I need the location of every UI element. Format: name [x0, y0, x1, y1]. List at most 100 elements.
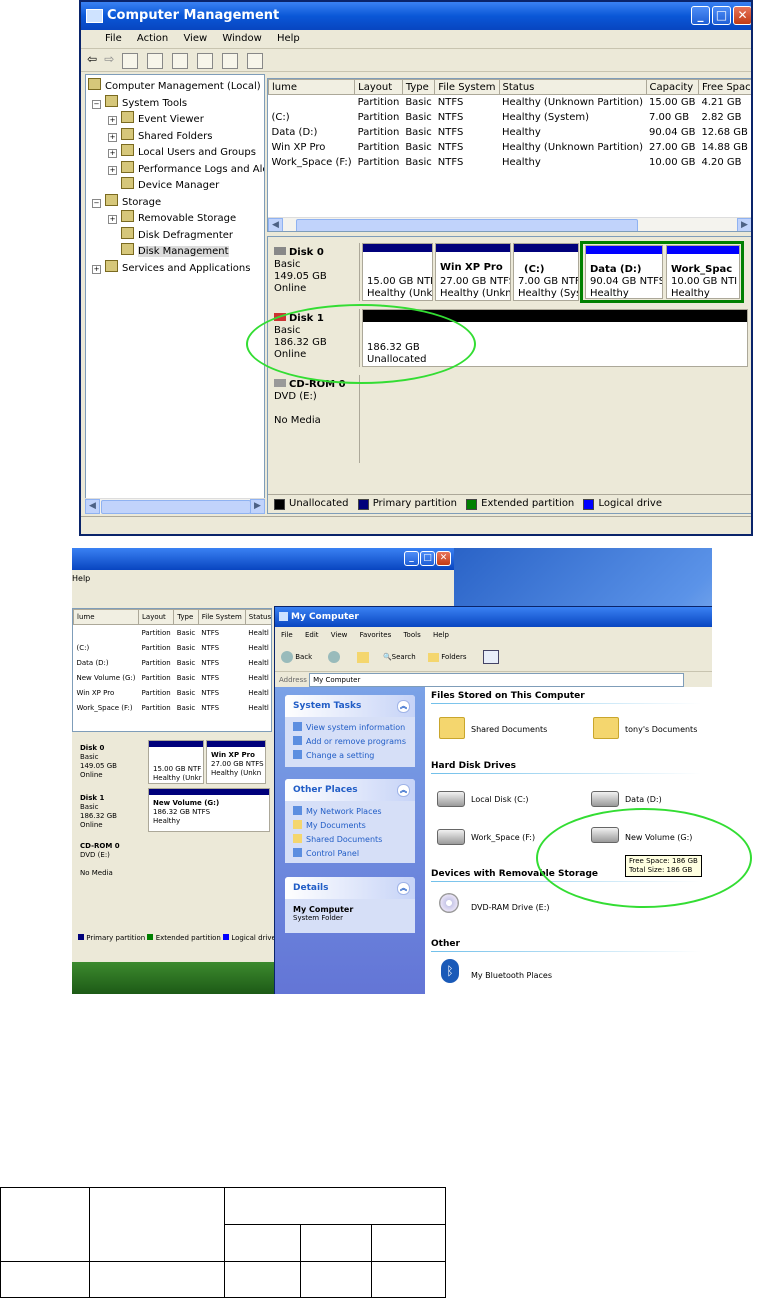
close-button[interactable]: ✕ [436, 551, 451, 566]
disk0-partition-1[interactable]: 15.00 GB NTF Healthy (Unkr [148, 740, 204, 784]
menu-file[interactable]: File [105, 30, 122, 48]
local-disk-c-label[interactable]: Local Disk (C:) [471, 795, 529, 804]
col-file-system[interactable]: File System [434, 79, 500, 95]
disk0-partition-data-d[interactable]: Data (D:) 90.04 GB NTFS Healthy [585, 245, 663, 299]
title-bar[interactable]: Computer Management _ □ ✕ [81, 2, 751, 30]
menu-help[interactable]: Help [277, 30, 300, 48]
bluetooth-icon[interactable]: ᛒ [441, 959, 459, 983]
table-row[interactable]: (C:) Partition Basic NTFS Healtl [74, 640, 272, 655]
place-my-documents[interactable]: My Documents [285, 819, 415, 833]
maximize-button[interactable]: □ [712, 6, 731, 25]
tree-item-storage[interactable]: − Storage [88, 193, 262, 211]
disk0-label[interactable]: Disk 0 Basic 149.05 GB Online [268, 243, 360, 301]
folders-button[interactable]: Folders [427, 652, 466, 662]
other-places-header[interactable]: Other Places ︽ [285, 779, 415, 801]
col-layout[interactable]: Layout [354, 79, 403, 95]
disk1-label[interactable]: Disk 1 Basic 186.32 GB Online [80, 794, 117, 830]
disk0-partition-1[interactable]: 15.00 GB NTF Healthy (Unkr [362, 243, 433, 301]
tonys-documents-icon[interactable] [593, 717, 619, 739]
tree-item-disk-management[interactable]: Disk Management [88, 243, 262, 260]
table-row[interactable]: Data (D:) Partition Basic NTFS Healthy 90.04 … [269, 125, 752, 140]
system-tasks-header[interactable]: System Tasks ︽ [285, 695, 415, 717]
tree-scrollbar[interactable]: ◀ ▶ [85, 498, 265, 514]
forward-arrow-icon[interactable]: ⇨ [104, 52, 114, 66]
col-free-space[interactable]: Free Space [697, 79, 751, 95]
properties-icon[interactable] [171, 53, 188, 69]
back-button[interactable]: Back [281, 651, 312, 663]
views-icon[interactable] [482, 650, 499, 664]
tree-item-local-users[interactable]: + Local Users and Groups [88, 144, 262, 161]
bluetooth-places-label[interactable]: My Bluetooth Places [471, 971, 552, 980]
table-row[interactable]: New Volume (G:) Partition Basic NTFS Healtl [74, 670, 272, 685]
table-row[interactable]: Win XP Pro Partition Basic NTFS Healtl [74, 685, 272, 700]
table-row[interactable]: Win XP Pro Partition Basic NTFS Healthy (Unk… [269, 140, 752, 155]
disk0-partition-win-xp[interactable]: Win XP Pro 27.00 GB NTFS Healthy (Unkno [435, 243, 511, 301]
local-disk-c-icon[interactable] [437, 791, 465, 807]
data-d-icon[interactable] [591, 791, 619, 807]
background-title-bar[interactable]: _ □ ✕ [72, 548, 454, 570]
col-type[interactable]: Type [401, 79, 436, 95]
table-row[interactable]: Partition Basic NTFS Healthy (Unknown Parti… [269, 95, 752, 111]
tree-item-removable-storage[interactable]: + Removable Storage [88, 210, 262, 227]
menu-window[interactable]: Window [222, 30, 261, 48]
task-view-system-info[interactable]: View system information [285, 721, 415, 735]
address-field[interactable]: My Computer [309, 673, 685, 687]
cdrom-label[interactable]: CD-ROM 0 DVD (E:) No Media [80, 842, 120, 878]
collapse-icon[interactable]: ︽ [397, 784, 410, 797]
disk0-partition-c[interactable]: (C:) 7.00 GB NTF Healthy (Sys [513, 243, 579, 301]
cdrom-label[interactable]: CD-ROM 0 DVD (E:) No Media [268, 375, 360, 463]
close-button[interactable]: ✕ [733, 6, 751, 25]
col-volume[interactable]: lume [268, 79, 356, 95]
background-menu-help[interactable]: Help [72, 574, 90, 583]
back-arrow-icon[interactable]: ⇦ [87, 52, 97, 66]
table-row[interactable]: (C:) Partition Basic NTFS Healthy (System) 7.… [269, 110, 752, 125]
tree-item-performance-logs[interactable]: +Performance Logs and Alerts [88, 160, 264, 178]
table-row[interactable]: Partition Basic NTFS Healtl [74, 625, 272, 641]
search-button[interactable]: 🔍Search [383, 653, 416, 661]
dvd-ram-label[interactable]: DVD-RAM Drive (E:) [471, 903, 550, 912]
export-icon[interactable] [222, 53, 239, 69]
table-row[interactable]: Work_Space (F:) Partition Basic NTFS Healthy… [269, 155, 752, 170]
disk1-new-volume[interactable]: New Volume (G:) 186.32 GB NTFS Healthy [148, 788, 270, 832]
col-status[interactable]: Status [498, 79, 647, 95]
data-d-label[interactable]: Data (D:) [625, 795, 662, 804]
work-space-f-label[interactable]: Work_Space (F:) [471, 833, 535, 842]
task-add-remove-programs[interactable]: Add or remove programs [285, 735, 415, 749]
help-icon[interactable] [247, 53, 264, 69]
disk0-label[interactable]: Disk 0 Basic 149.05 GB Online [80, 744, 117, 780]
tree-item-system-tools[interactable]: − System Tools [88, 94, 262, 112]
refresh-icon[interactable] [197, 53, 214, 69]
forward-icon[interactable] [328, 651, 341, 663]
place-network[interactable]: My Network Places [285, 805, 415, 819]
collapse-icon[interactable]: ︽ [397, 882, 410, 895]
menu-action[interactable]: Action [137, 30, 168, 48]
my-computer-title-bar[interactable]: My Computer [275, 607, 712, 627]
col-capacity[interactable]: Capacity [645, 79, 699, 95]
table-row[interactable]: Data (D:) Partition Basic NTFS Healtl [74, 655, 272, 670]
table-row[interactable]: Work_Space (F:) Partition Basic NTFS Healtl [74, 700, 272, 715]
tree-item-shared-folders[interactable]: + Shared Folders [88, 127, 262, 145]
shared-documents-label[interactable]: Shared Documents [471, 725, 547, 734]
dvd-disc-icon[interactable] [439, 893, 459, 913]
menu-view[interactable]: View [183, 30, 207, 48]
tonys-documents-label[interactable]: tony's Documents [625, 725, 697, 734]
show-tree-icon[interactable] [146, 53, 163, 69]
shared-documents-icon[interactable] [439, 717, 465, 739]
up-folder-icon[interactable] [121, 53, 138, 69]
disk0-partition-work-space[interactable]: Work_Spac 10.00 GB NTI Healthy [666, 245, 740, 299]
tree-item-device-manager[interactable]: Device Manager [88, 177, 262, 194]
tree-item-disk-defragmenter[interactable]: Disk Defragmenter [88, 226, 262, 244]
work-space-f-icon[interactable] [437, 829, 465, 845]
place-control-panel[interactable]: Control Panel [285, 847, 415, 861]
up-folder-icon[interactable] [356, 651, 369, 663]
tree-item-event-viewer[interactable]: + Event Viewer [88, 111, 262, 128]
task-change-setting[interactable]: Change a setting [285, 749, 415, 763]
maximize-button[interactable]: □ [420, 551, 435, 566]
volume-list-scrollbar[interactable]: ◀ ▶ [268, 217, 751, 231]
tree-item-computer-management[interactable]: Computer Management (Local) [88, 78, 262, 95]
minimize-button[interactable]: _ [691, 6, 710, 25]
details-header[interactable]: Details ︽ [285, 877, 415, 899]
disk0-partition-win-xp[interactable]: Win XP Pro 27.00 GB NTFS Healthy (Unkn [206, 740, 266, 784]
tree-item-services[interactable]: + Services and Applications [88, 259, 262, 277]
minimize-button[interactable]: _ [404, 551, 419, 566]
